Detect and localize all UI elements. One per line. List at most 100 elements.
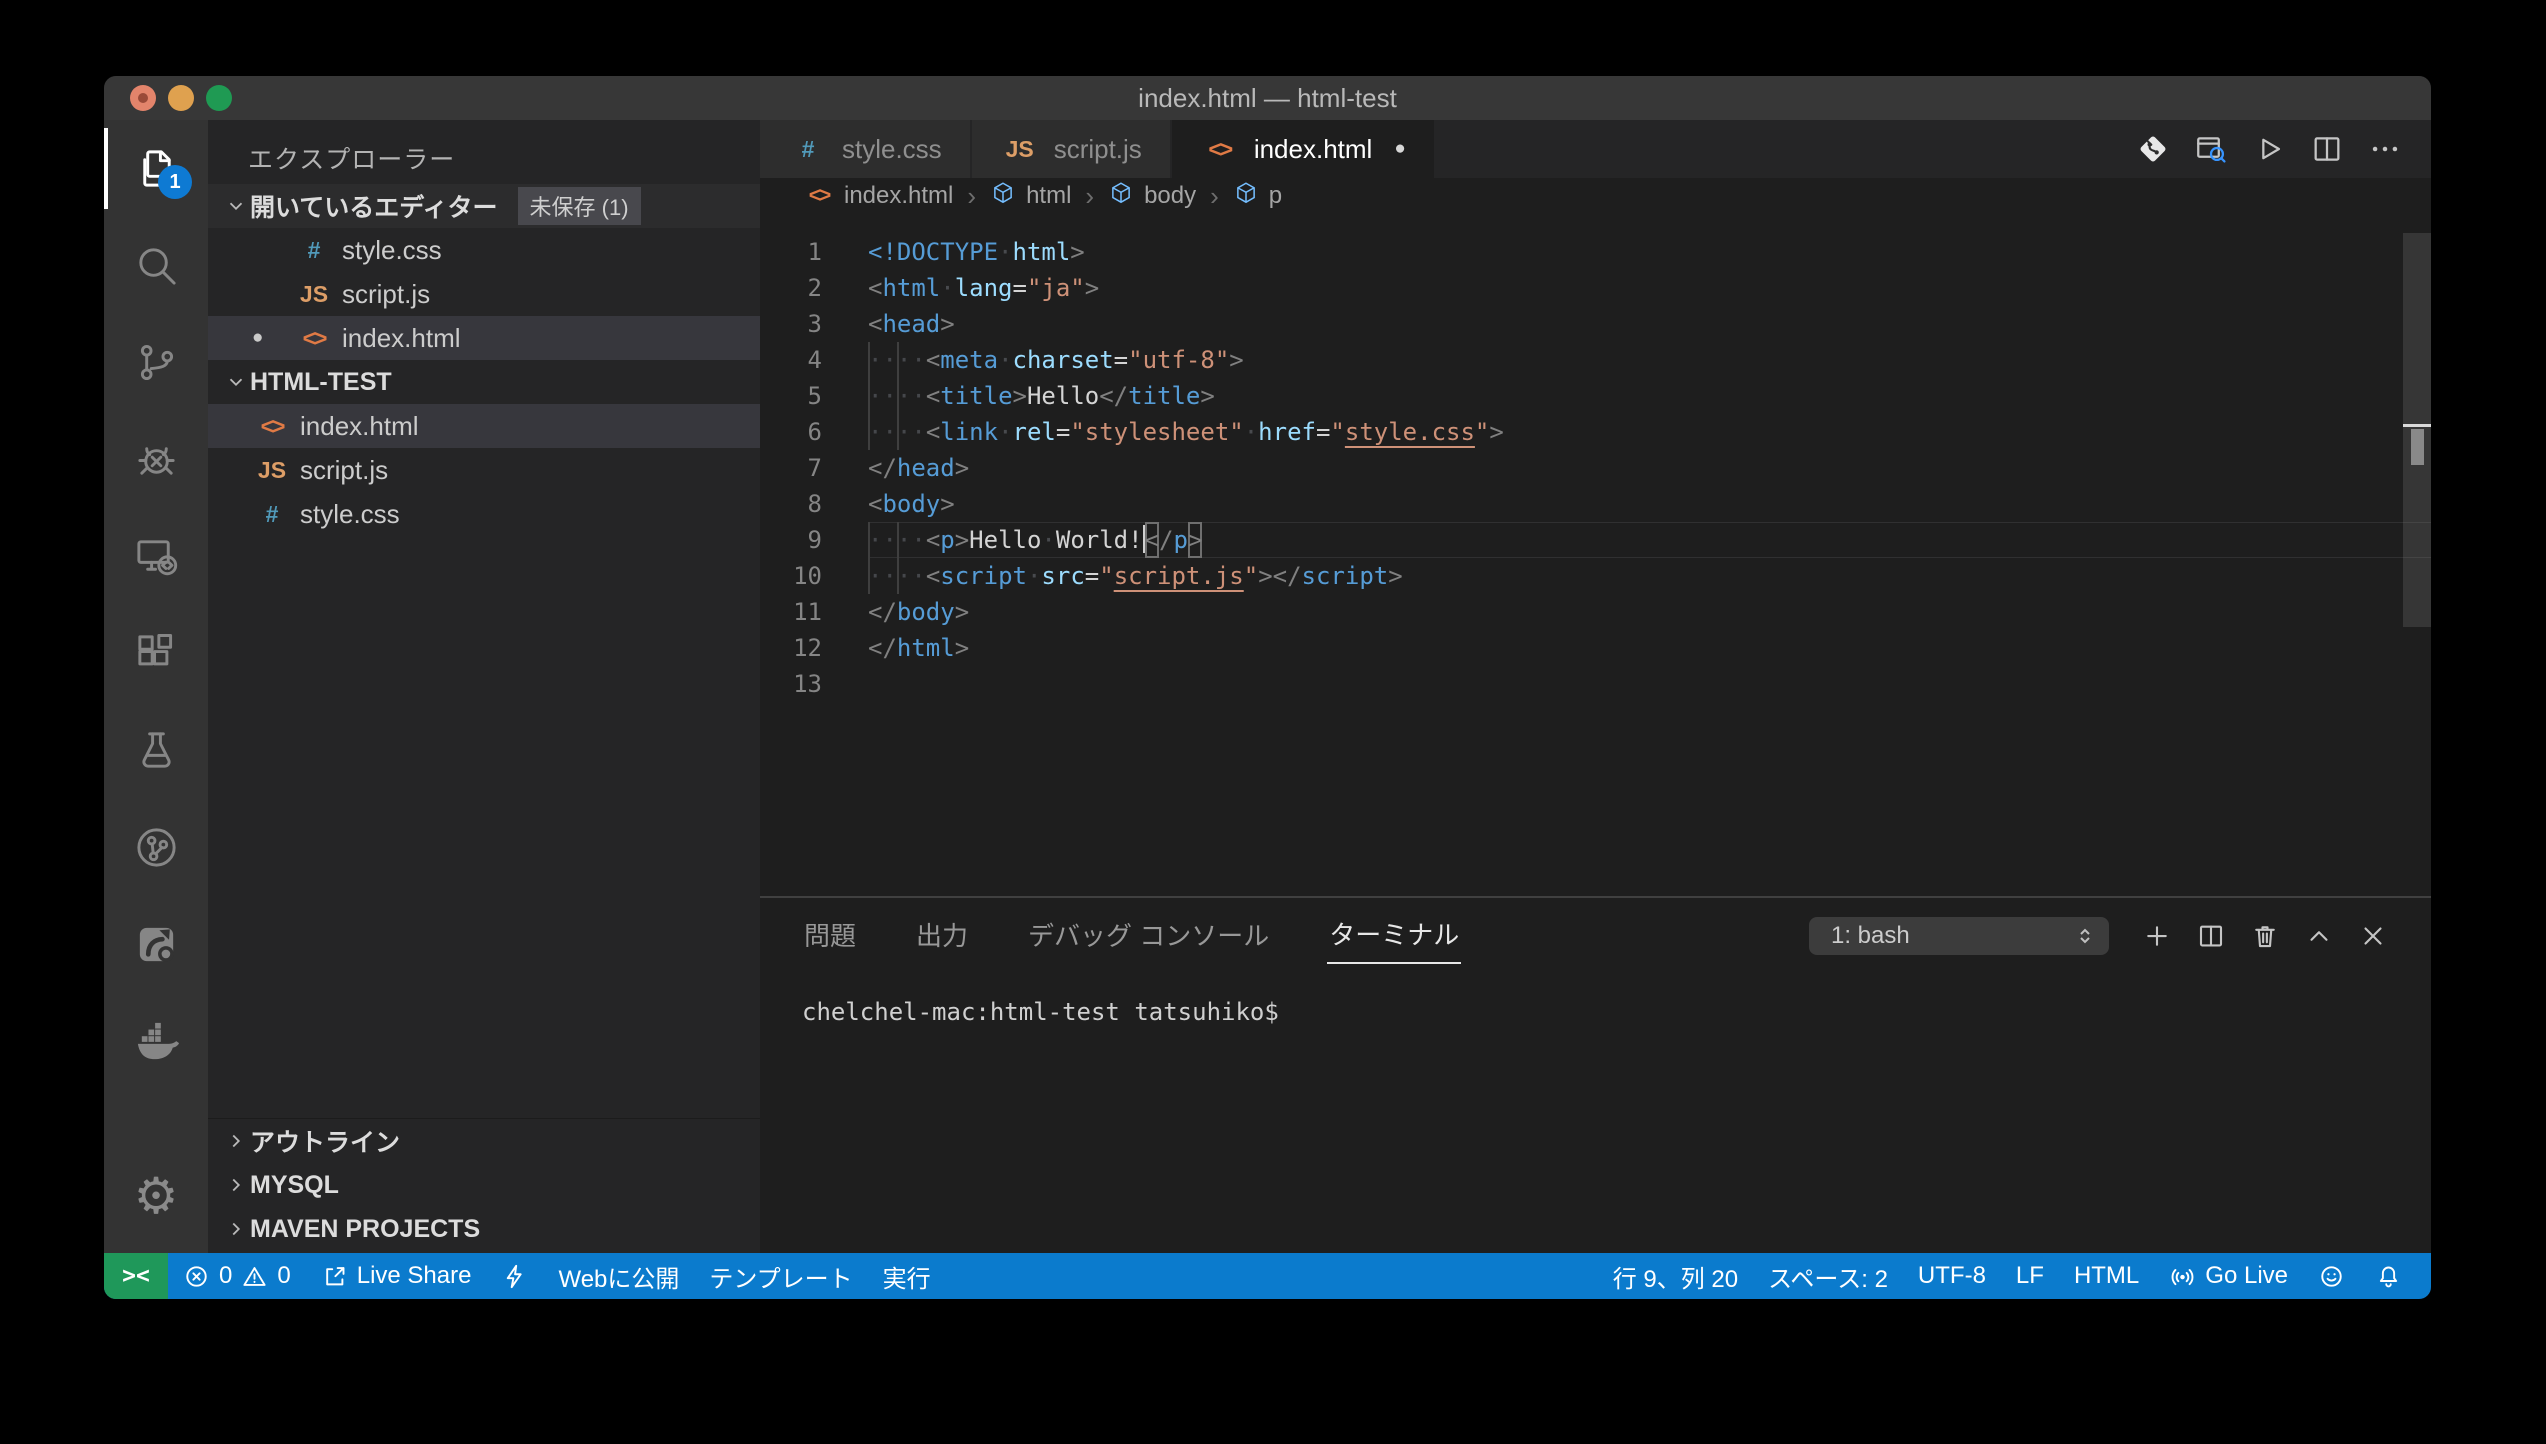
- remote-indicator[interactable]: ><: [104, 1253, 168, 1299]
- breadcrumb-separator: ›: [1085, 181, 1094, 212]
- activity-item-extensions[interactable]: [104, 605, 208, 702]
- chevron-right-icon: [222, 1174, 250, 1196]
- status-cursor-position[interactable]: 行 9、列 20: [1598, 1253, 1753, 1299]
- activity-item-git-graph[interactable]: [104, 799, 208, 896]
- tab-index.html[interactable]: <>index.html●: [1172, 120, 1436, 178]
- code-token: >: [1070, 234, 1084, 270]
- status-text: Webに公開: [558, 1259, 679, 1294]
- window-title: index.html — html-test: [104, 83, 2431, 114]
- activity-item-test[interactable]: [104, 702, 208, 799]
- panel-tab-出力[interactable]: 出力: [914, 910, 970, 963]
- status-language-mode[interactable]: HTML: [2059, 1253, 2154, 1299]
- editor-scrollbar[interactable]: [2403, 233, 2431, 627]
- new-terminal-button[interactable]: [2135, 914, 2179, 958]
- open-editors-header[interactable]: 開いているエディター 未保存 (1): [208, 184, 760, 228]
- code-line-13[interactable]: 13: [760, 666, 2431, 702]
- code-line-10[interactable]: 10····<script·src="script.js"></script>: [760, 558, 2431, 594]
- activity-item-remote-explorer[interactable]: [104, 508, 208, 605]
- breadcrumb-item-index.html[interactable]: <>index.html: [804, 182, 953, 210]
- bottom-panel: 問題 出力 デバッグ コンソール ターミナル 1: bash chelchel-mac…: [760, 896, 2431, 1253]
- code-token: ··: [868, 522, 897, 558]
- code-line-9[interactable]: 9····<p>Hello·World!</p>: [760, 522, 2431, 558]
- code-token: <: [926, 558, 940, 594]
- status-go-live[interactable]: Go Live: [2154, 1253, 2303, 1299]
- code-line-5[interactable]: 5····<title>Hello</title>: [760, 378, 2431, 414]
- file-item-index.html[interactable]: <>index.html: [208, 404, 760, 448]
- file-item-index.html[interactable]: ●<>index.html: [208, 316, 760, 360]
- code-token: Hello: [1027, 378, 1099, 414]
- open-preview-button[interactable]: [2189, 127, 2233, 171]
- code-line-12[interactable]: 12</html>: [760, 630, 2431, 666]
- status-template[interactable]: テンプレート: [694, 1253, 867, 1299]
- breadcrumb-item-body[interactable]: body: [1108, 180, 1196, 213]
- code-line-1[interactable]: 1<!DOCTYPE·html>: [760, 234, 2431, 270]
- file-item-script.js[interactable]: JSscript.js: [208, 448, 760, 492]
- code-line-3[interactable]: 3<head>: [760, 306, 2431, 342]
- activity-item-source-control[interactable]: [104, 314, 208, 411]
- breadcrumb-item-p[interactable]: p: [1233, 180, 1282, 213]
- status-text: 実行: [883, 1259, 931, 1294]
- close-panel-button[interactable]: [2351, 914, 2395, 958]
- status-problems[interactable]: 00: [168, 1253, 306, 1299]
- file-item-script.js[interactable]: JSscript.js: [208, 272, 760, 316]
- section-label: アウトライン: [250, 1123, 400, 1159]
- code-token: ·: [1244, 414, 1258, 450]
- dirty-dot-icon[interactable]: ●: [1394, 138, 1405, 160]
- section-MYSQL[interactable]: MYSQL: [208, 1163, 760, 1207]
- status-live-share[interactable]: Live Share: [306, 1253, 487, 1299]
- unsaved-badge: 未保存 (1): [518, 187, 641, 225]
- split-terminal-button[interactable]: [2189, 914, 2233, 958]
- kill-terminal-button[interactable]: [2243, 914, 2287, 958]
- panel-tab-デバッグ コンソール[interactable]: デバッグ コンソール: [1026, 910, 1271, 963]
- file-item-style.css[interactable]: #style.css: [208, 492, 760, 536]
- section-アウトライン[interactable]: アウトライン: [208, 1119, 760, 1163]
- activity-item-explorer[interactable]: 1: [104, 120, 208, 217]
- code-line-6[interactable]: 6····<link·rel="stylesheet"·href="style.…: [760, 414, 2431, 450]
- breadcrumb-separator: ›: [967, 181, 976, 212]
- git-logo-button[interactable]: [2131, 127, 2175, 171]
- tab-style.css[interactable]: #style.css: [760, 120, 972, 178]
- terminal-content[interactable]: chelchel-mac:html-test tatsuhiko$: [760, 974, 2431, 1026]
- html-file-icon: <>: [252, 413, 292, 440]
- folder-header[interactable]: HTML-TEST: [208, 360, 760, 404]
- run-button[interactable]: [2247, 127, 2291, 171]
- code-token: "ja": [1027, 270, 1085, 306]
- panel-tab-ターミナル[interactable]: ターミナル: [1327, 909, 1461, 964]
- code-line-2[interactable]: 2<html·lang="ja">: [760, 270, 2431, 306]
- panel-actions: 1: bash: [1809, 914, 2431, 958]
- section-MAVEN PROJECTS[interactable]: MAVEN PROJECTS: [208, 1207, 760, 1251]
- tab-script.js[interactable]: JSscript.js: [972, 120, 1172, 178]
- code-line-11[interactable]: 11</body>: [760, 594, 2431, 630]
- activity-item-debug[interactable]: [104, 411, 208, 508]
- panel-tab-問題[interactable]: 問題: [802, 910, 858, 963]
- status-feedback[interactable]: [2303, 1253, 2360, 1299]
- status-notifications[interactable]: [2360, 1253, 2417, 1299]
- code-token: script: [1302, 558, 1389, 594]
- line-number: 8: [760, 486, 822, 522]
- line-content: <html·lang="ja">: [868, 270, 2431, 306]
- activity-item-docker[interactable]: [104, 993, 208, 1090]
- status-encoding[interactable]: UTF-8: [1903, 1253, 2001, 1299]
- code-line-7[interactable]: 7</head>: [760, 450, 2431, 486]
- title-bar[interactable]: index.html — html-test: [104, 76, 2431, 120]
- code-editor[interactable]: 1<!DOCTYPE·html>2<html·lang="ja">3<head>…: [760, 214, 2431, 896]
- code-line-8[interactable]: 8<body>: [760, 486, 2431, 522]
- code-token: =: [1013, 270, 1027, 306]
- status-web-publish[interactable]: Webに公開: [543, 1253, 694, 1299]
- split-editor-button[interactable]: [2305, 127, 2349, 171]
- status-bolt[interactable]: [486, 1253, 543, 1299]
- more-actions-button[interactable]: [2363, 127, 2407, 171]
- file-item-style.css[interactable]: #style.css: [208, 228, 760, 272]
- activity-item-settings[interactable]: ⚙: [104, 1153, 208, 1239]
- maximize-panel-button[interactable]: [2297, 914, 2341, 958]
- code-token: ·: [998, 342, 1012, 378]
- breadcrumb-item-html[interactable]: html: [990, 180, 1071, 213]
- terminal-select[interactable]: 1: bash: [1809, 917, 2109, 955]
- code-line-4[interactable]: 4····<meta·charset="utf-8">: [760, 342, 2431, 378]
- activity-item-search[interactable]: [104, 217, 208, 314]
- status-run[interactable]: 実行: [868, 1253, 946, 1299]
- status-indentation[interactable]: スペース: 2: [1753, 1253, 1903, 1299]
- status-eol[interactable]: LF: [2001, 1253, 2059, 1299]
- activity-item-live-share[interactable]: [104, 896, 208, 993]
- code-token: =: [1085, 558, 1099, 594]
